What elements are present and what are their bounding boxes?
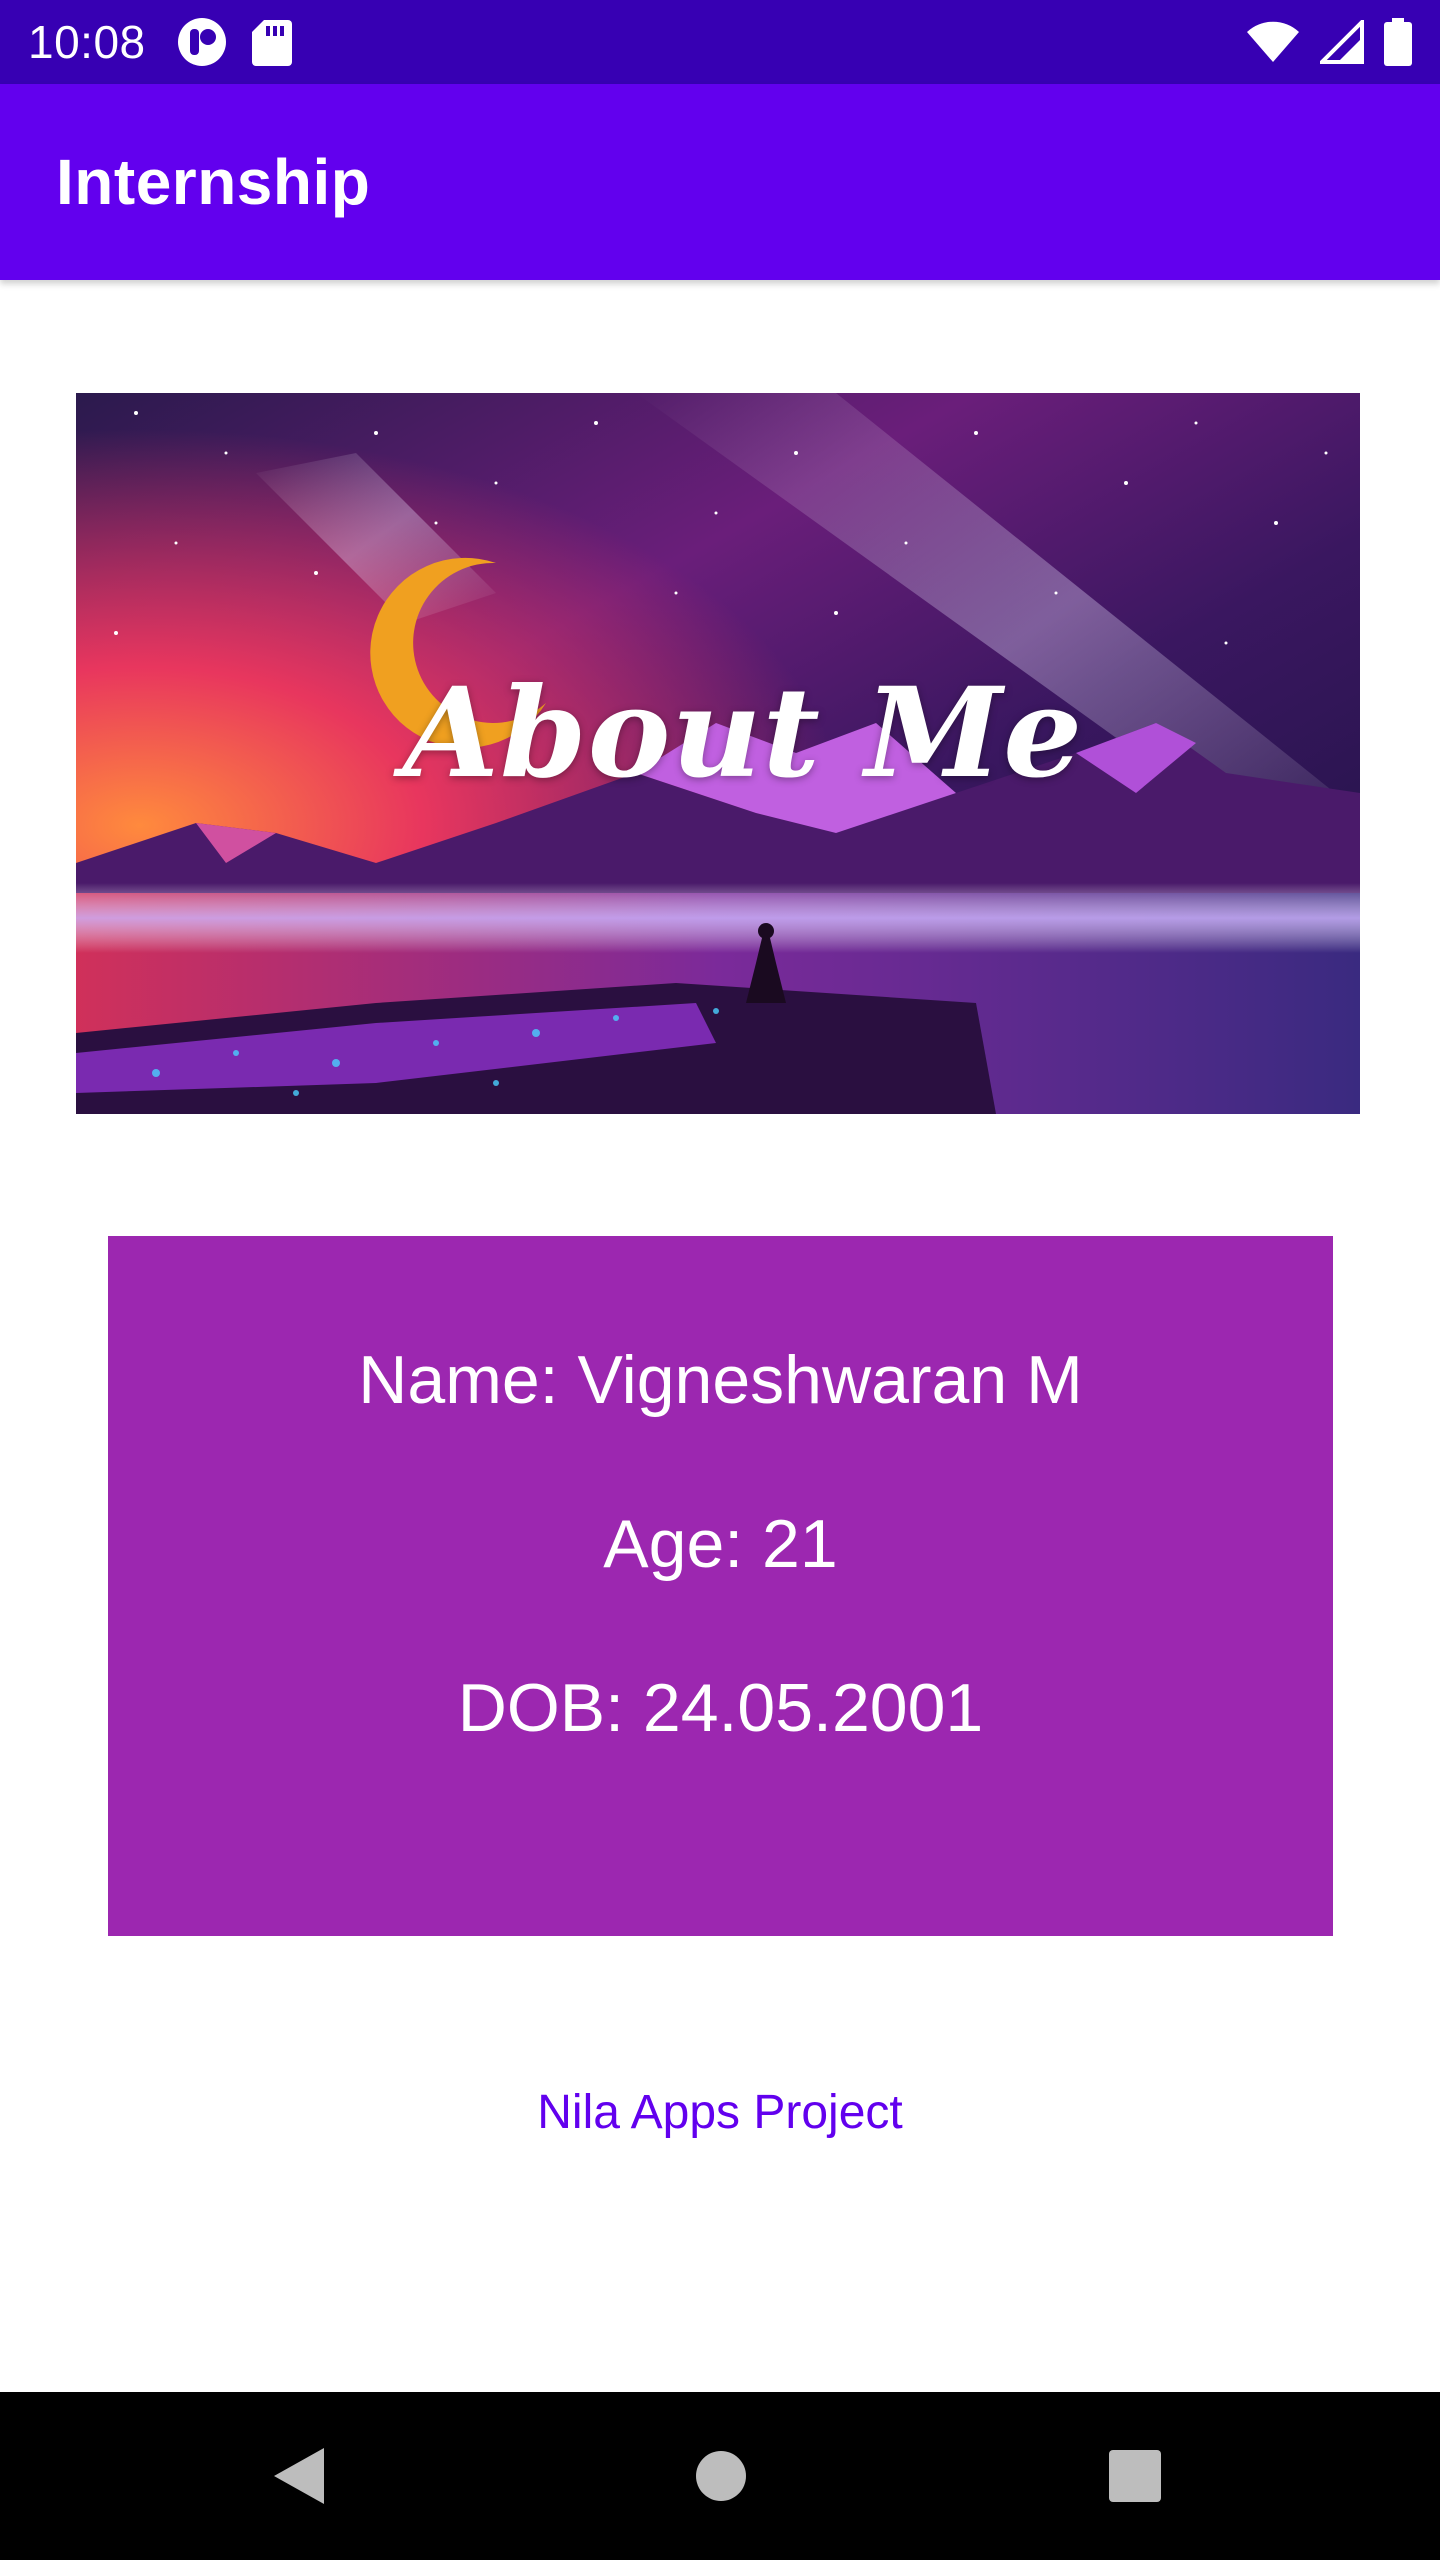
screen: 10:08 Internship About Me Name: Vigneshw… (0, 0, 1440, 2560)
name-text: Name: Vigneshwaran M (358, 1342, 1083, 1418)
app-bar: Internship (0, 84, 1440, 280)
home-icon[interactable] (695, 2450, 747, 2502)
banner-title: About Me (402, 661, 1084, 806)
nila-apps-project-link[interactable]: Nila Apps Project (0, 2085, 1440, 2140)
info-card: Name: Vigneshwaran M Age: 21 DOB: 24.05.… (108, 1236, 1333, 1936)
notification-app-icon (176, 16, 228, 68)
status-time: 10:08 (28, 16, 146, 68)
status-right (1246, 18, 1412, 66)
status-left: 10:08 (28, 15, 292, 69)
cell-signal-icon (1320, 20, 1364, 64)
sd-card-icon (251, 18, 292, 66)
wifi-icon (1246, 20, 1300, 64)
status-bar: 10:08 (0, 0, 1440, 84)
dob-text: DOB: 24.05.2001 (457, 1670, 984, 1746)
about-me-banner-image: About Me (76, 393, 1360, 1114)
age-text: Age: 21 (603, 1506, 838, 1582)
status-icons-left (176, 16, 292, 68)
app-title: Internship (56, 146, 371, 218)
back-icon[interactable] (272, 2446, 326, 2506)
navigation-bar (0, 2392, 1440, 2560)
recents-icon[interactable] (1108, 2449, 1162, 2503)
battery-icon (1384, 18, 1412, 66)
